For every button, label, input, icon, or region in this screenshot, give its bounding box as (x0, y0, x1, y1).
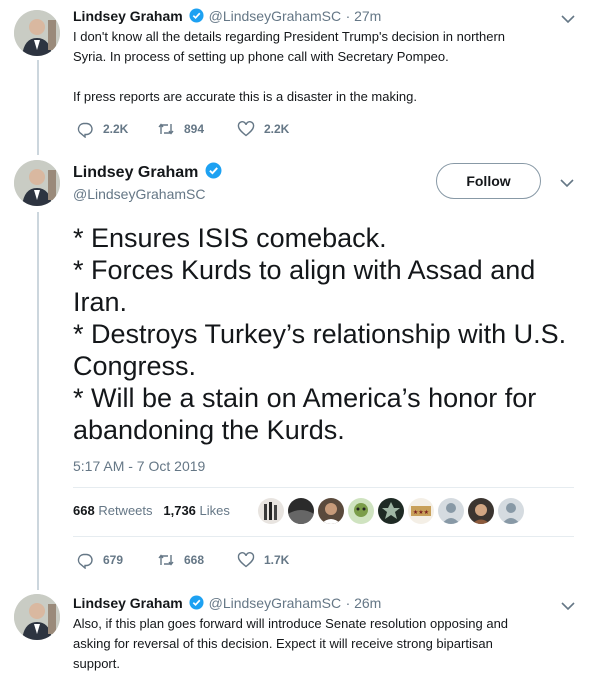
tweet-text-line: If press reports are accurate this is a … (73, 89, 417, 104)
like-button[interactable]: 2.2K (237, 120, 289, 138)
tweet-header: Lindsey Graham @LindseyGrahamSC · 26m (73, 595, 381, 613)
chevron-down-icon[interactable] (561, 601, 575, 611)
likes-stat[interactable]: 1,736 Likes (163, 503, 230, 518)
thread-line-top (37, 60, 39, 155)
author-name[interactable]: Lindsey Graham (73, 595, 183, 611)
liker-avatar[interactable] (378, 498, 404, 524)
likes-stat-count: 1,736 (163, 503, 196, 518)
liker-avatar[interactable] (438, 498, 464, 524)
retweet-count: 668 (184, 553, 205, 567)
tweet-actions: 2.2K 894 2.2K (76, 120, 289, 138)
main-tweet-text: * Ensures ISIS comeback. * Forces Kurds … (73, 222, 583, 446)
avatar[interactable] (14, 160, 60, 206)
divider (73, 536, 574, 537)
chevron-down-icon[interactable] (560, 178, 574, 188)
likers-avatars: ★★★ (258, 498, 528, 524)
verified-badge-icon (205, 162, 222, 179)
tweet-time[interactable]: · 26m (346, 595, 382, 611)
avatar[interactable] (14, 10, 60, 56)
retweet-button[interactable]: 894 (157, 120, 237, 138)
like-button[interactable]: 1.7K (237, 551, 289, 569)
liker-avatar[interactable]: ★★★ (408, 498, 434, 524)
retweet-icon (158, 123, 174, 135)
tweet-text-line: * Will be a stain on America’s honor for (73, 383, 537, 413)
tweet-header: Lindsey Graham @LindseyGrahamSC · 27m (73, 8, 381, 26)
liker-avatar[interactable] (258, 498, 284, 524)
reply-icon (77, 553, 93, 569)
reply-button[interactable]: 679 (76, 551, 157, 569)
tweet-timestamp[interactable]: 5:17 AM - 7 Oct 2019 (73, 458, 205, 474)
retweets-stat-label: Retweets (98, 503, 153, 518)
tweet-text-line: * Ensures ISIS comeback. (73, 223, 387, 253)
liker-avatar[interactable] (318, 498, 344, 524)
tweet-text-line: Congress. (73, 351, 197, 381)
main-tweet-header: Lindsey Graham (73, 162, 222, 182)
tweet-text-line: * Forces Kurds to align with Assad and (73, 255, 536, 285)
avatar[interactable] (14, 594, 60, 640)
reply-icon (77, 122, 93, 138)
tweet-text: Also, if this plan goes forward will int… (73, 614, 508, 674)
tweet-text-line: * Destroys Turkey’s relationship with U.… (73, 319, 567, 349)
follow-button[interactable]: Follow (436, 163, 541, 199)
tweet-text-line: abandoning the Kurds. (73, 415, 345, 445)
liker-avatar[interactable] (498, 498, 524, 524)
verified-badge-icon (189, 8, 204, 23)
tweet-text-line: asking for reversal of this decision. Ex… (73, 636, 493, 651)
reply-button[interactable]: 2.2K (76, 120, 157, 138)
heart-icon (237, 552, 255, 568)
reply-count: 679 (103, 553, 124, 567)
retweets-stat[interactable]: 668 Retweets (73, 503, 153, 518)
chevron-down-icon[interactable] (561, 14, 575, 24)
tweet-actions: 679 668 1.7K (76, 551, 289, 569)
liker-avatar[interactable] (348, 498, 374, 524)
tweet-text-line: I don't know all the details regarding P… (73, 29, 506, 44)
tweet-text-line: support. (73, 656, 120, 671)
author-name[interactable]: Lindsey Graham (73, 8, 183, 24)
tweet-text: I don't know all the details regarding P… (73, 27, 505, 107)
retweet-count: 894 (184, 122, 205, 136)
thread-line-bottom (37, 212, 39, 590)
divider (73, 487, 574, 488)
tweet-text-line: Iran. (73, 287, 128, 317)
retweet-button[interactable]: 668 (157, 551, 237, 569)
heart-icon (237, 121, 255, 137)
engagement-stats: 668 Retweets 1,736 Likes (73, 503, 230, 518)
reply-count: 2.2K (103, 122, 129, 136)
tweet-text-line: Syria. In process of setting up phone ca… (73, 49, 449, 64)
liker-avatar[interactable] (468, 498, 494, 524)
likes-stat-label: Likes (199, 503, 230, 518)
like-count: 1.7K (264, 553, 290, 567)
liker-avatar[interactable] (288, 498, 314, 524)
author-handle[interactable]: @LindseyGrahamSC (73, 186, 206, 202)
author-handle[interactable]: @LindseyGrahamSC (209, 8, 342, 24)
retweet-icon (158, 554, 174, 566)
svg-text:★★★: ★★★ (413, 509, 429, 516)
like-count: 2.2K (264, 122, 290, 136)
author-handle[interactable]: @LindseyGrahamSC (209, 595, 342, 611)
retweets-stat-count: 668 (73, 503, 95, 518)
tweet-time[interactable]: · 27m (346, 8, 382, 24)
author-name[interactable]: Lindsey Graham (73, 164, 198, 181)
verified-badge-icon (189, 595, 204, 610)
tweet-text-line: Also, if this plan goes forward will int… (73, 616, 509, 631)
